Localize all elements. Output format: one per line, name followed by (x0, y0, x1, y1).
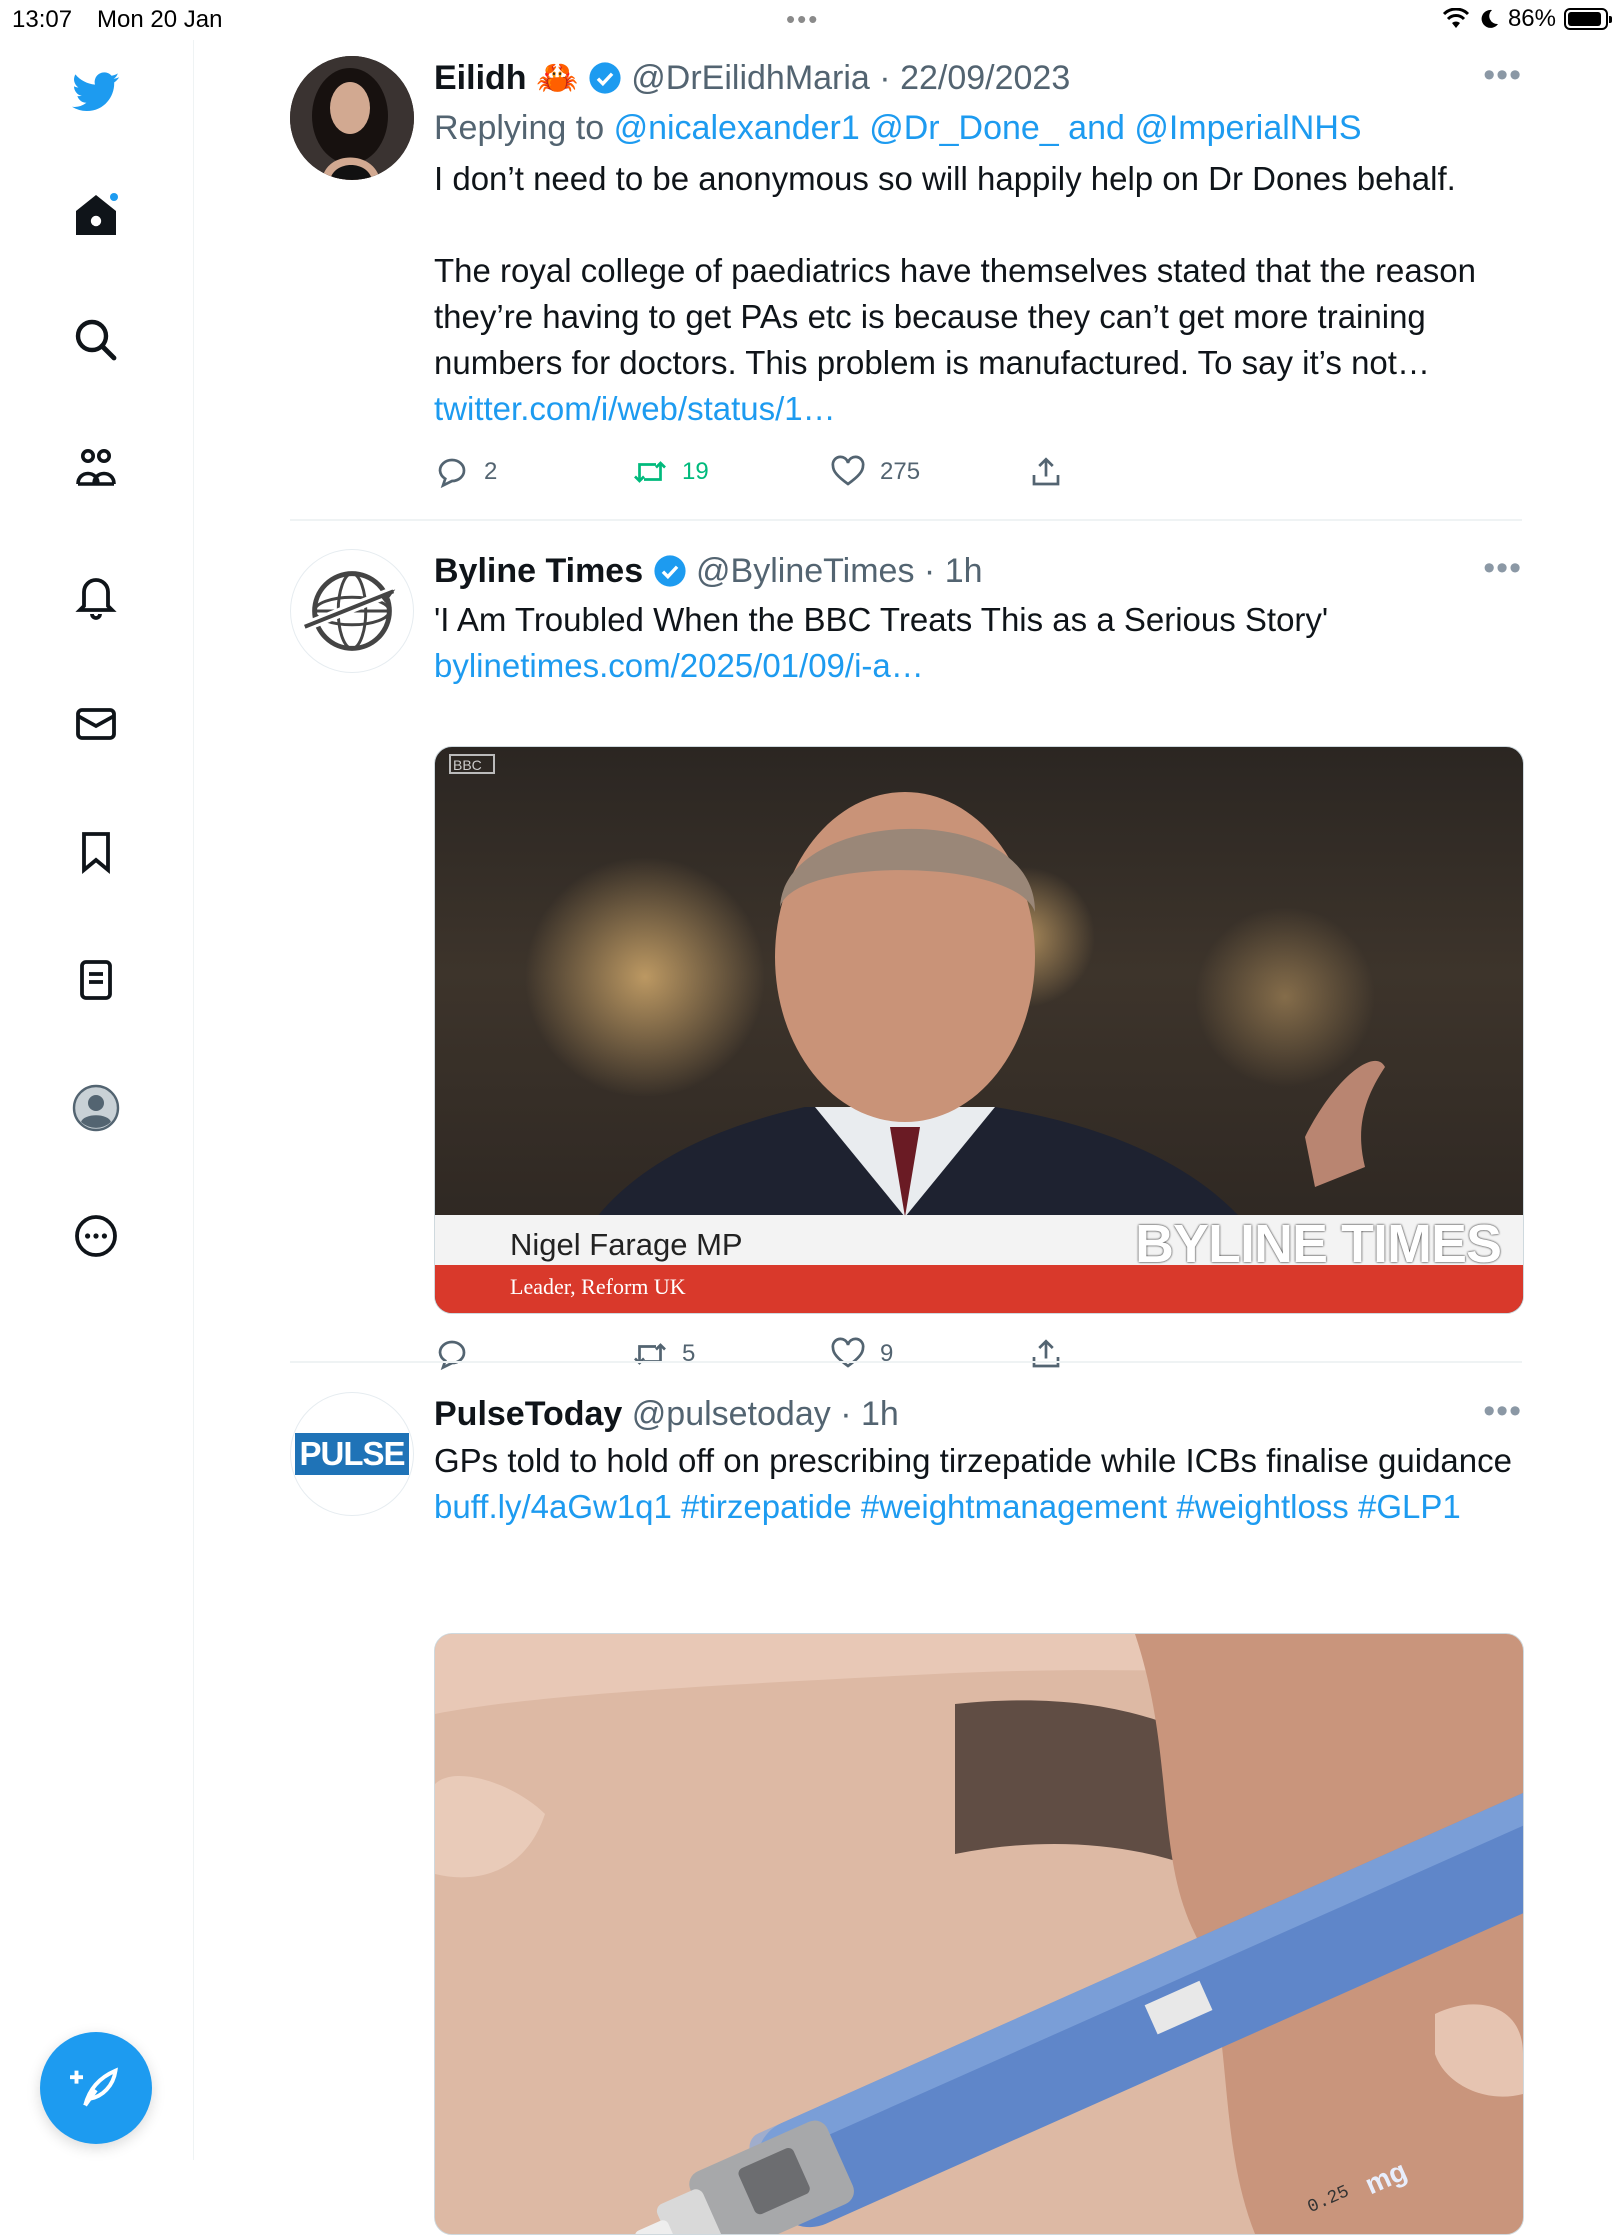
retweet-count: 19 (682, 458, 709, 485)
messages-envelope-icon[interactable] (66, 694, 126, 754)
avatar[interactable] (290, 549, 414, 673)
compose-tweet-button[interactable] (40, 2032, 152, 2144)
handle[interactable]: @BylineTimes (696, 552, 914, 590)
status-date: Mon 20 Jan (97, 6, 223, 33)
timestamp[interactable]: · 22/09/2023 (879, 59, 1070, 97)
hashtags[interactable]: #tirzepatide #weightmanagement (681, 1488, 1167, 1525)
tweet-header: Byline Times @BylineTimes · 1h (434, 549, 1522, 593)
compose-feather-icon (70, 2067, 118, 2107)
retweet-icon (634, 1343, 666, 1365)
bookmarks-icon[interactable] (66, 822, 126, 882)
tweet-link[interactable]: bylinetimes.com/2025/01/09/i-a… (434, 643, 1522, 689)
media-bbc-bug: BBC (453, 757, 482, 773)
tweet[interactable]: Byline Times @BylineTimes · 1h ••• 'I Am… (290, 549, 1524, 1371)
replying-to: Replying to @nicalexander1 @Dr_Done_ and… (434, 106, 1522, 150)
display-name[interactable]: PulseToday (434, 1395, 622, 1433)
status-indicators: 86% (1442, 5, 1612, 33)
tweet-text: I don’t need to be anonymous so will hap… (434, 156, 1522, 432)
tweet-link[interactable]: buff.ly/4aGw1q1 (434, 1488, 672, 1525)
media-watermark: BYLINE TIMES (1134, 1214, 1502, 1274)
tweet-header: Eilidh 🦀 @DrEilidhMaria · 22/09/2023 (434, 56, 1522, 100)
status-time: 13:07 (12, 6, 73, 33)
tweet[interactable]: Eilidh 🦀 @DrEilidhMaria · 22/09/2023 •••… (290, 56, 1522, 511)
sidebar (0, 40, 194, 2160)
heart-icon (831, 455, 865, 486)
tweet-text-paragraph: GPs told to hold off on prescribing tirz… (434, 1442, 1512, 1479)
tweet-content: Eilidh 🦀 @DrEilidhMaria · 22/09/2023 •••… (434, 56, 1522, 504)
reply-button[interactable] (434, 1336, 470, 1372)
explore-icon[interactable] (66, 210, 126, 270)
like-button[interactable]: 275 (830, 454, 920, 490)
battery-percent: 86% (1507, 5, 1556, 32)
profile-avatar-icon[interactable] (66, 1078, 126, 1138)
share-button[interactable] (1028, 1336, 1064, 1372)
tweet-actions: 2 19 275 (434, 454, 1522, 504)
display-name[interactable]: Byline Times (434, 552, 643, 590)
tweet-more-icon[interactable]: ••• (1483, 56, 1522, 95)
reply-count: 2 (484, 458, 498, 485)
display-name[interactable]: Eilidh (434, 59, 527, 97)
verified-badge-icon (654, 555, 686, 587)
handle[interactable]: @pulsetoday (632, 1395, 831, 1433)
media-photo (435, 1634, 1523, 2234)
communities-icon[interactable] (66, 438, 126, 498)
like-count: 275 (880, 458, 921, 485)
reply-icon (438, 1340, 466, 1371)
like-count: 9 (880, 1340, 894, 1367)
tweet-text: GPs told to hold off on prescribing tirz… (434, 1438, 1522, 1530)
avatar[interactable] (290, 56, 414, 180)
pulse-logo: PULSE (295, 1433, 409, 1475)
tweet[interactable]: PULSE PulseToday @pulsetoday · 1h ••• GP… (290, 1392, 1524, 2235)
retweet-count: 5 (682, 1340, 696, 1367)
avatar[interactable]: PULSE (290, 1392, 414, 1516)
tweet-more-icon[interactable]: ••• (1483, 1392, 1522, 1431)
retweet-icon (634, 461, 666, 483)
search-icon[interactable] (66, 310, 126, 370)
tweet-link[interactable]: twitter.com/i/web/status/1… (434, 386, 1522, 432)
reply-button[interactable]: 2 (434, 454, 497, 490)
tweet-text-paragraph: 'I Am Troubled When the BBC Treats This … (434, 601, 1329, 638)
tweet-media-image[interactable]: BBC Nigel Farage MP Leader, Reform UK BY… (434, 746, 1524, 1314)
verified-badge-icon (589, 62, 621, 94)
replying-users-link[interactable]: @nicalexander1 @Dr_Done_ and @ImperialNH… (614, 109, 1362, 147)
retweet-button[interactable]: 5 (632, 1336, 695, 1372)
tweet-divider (290, 519, 1522, 521)
hashtags[interactable]: #weightloss #GLP1 (1176, 1488, 1460, 1525)
reply-icon (438, 458, 466, 489)
replying-prefix: Replying to (434, 109, 605, 147)
tweet-divider (290, 1361, 1522, 1363)
media-caption-role: Leader, Reform UK (510, 1274, 686, 1299)
handle[interactable]: @DrEilidhMaria (631, 59, 870, 97)
tweet-header: PulseToday @pulsetoday · 1h (434, 1392, 1522, 1436)
tweet-text: 'I Am Troubled When the BBC Treats This … (434, 597, 1522, 689)
retweet-button[interactable]: 19 (632, 454, 709, 490)
share-icon (1032, 457, 1060, 486)
more-options-icon[interactable] (66, 1206, 126, 1266)
like-button[interactable]: 9 (830, 1336, 893, 1372)
battery-icon (1564, 8, 1612, 30)
tweet-content: PulseToday @pulsetoday · 1h ••• GPs told… (434, 1392, 1522, 1530)
multitasking-dots-icon[interactable]: ••• (786, 4, 819, 35)
media-caption-name: Nigel Farage MP (510, 1227, 743, 1262)
tweet-more-icon[interactable]: ••• (1483, 549, 1522, 588)
timestamp[interactable]: · 1h (840, 1395, 899, 1433)
moon-icon (1481, 9, 1498, 28)
tweet-content: Byline Times @BylineTimes · 1h ••• 'I Am… (434, 549, 1522, 689)
wifi-icon (1442, 8, 1470, 28)
tweet-media-image[interactable]: 0.25 mg (434, 1633, 1524, 2235)
heart-icon (831, 1337, 865, 1368)
tweet-text-paragraph: I don’t need to be anonymous so will hap… (434, 160, 1456, 197)
status-bar: 13:07 Mon 20 Jan ••• 86% (0, 0, 1620, 40)
lists-icon[interactable] (66, 950, 126, 1010)
share-button[interactable] (1028, 454, 1064, 490)
twitter-logo-icon[interactable] (66, 62, 126, 122)
tweet-text-paragraph: The royal college of paediatrics have th… (434, 252, 1476, 381)
timestamp[interactable]: · 1h (924, 552, 983, 590)
notifications-bell-icon[interactable] (66, 566, 126, 626)
name-emoji: 🦀 (536, 59, 579, 97)
share-icon (1032, 1339, 1060, 1368)
